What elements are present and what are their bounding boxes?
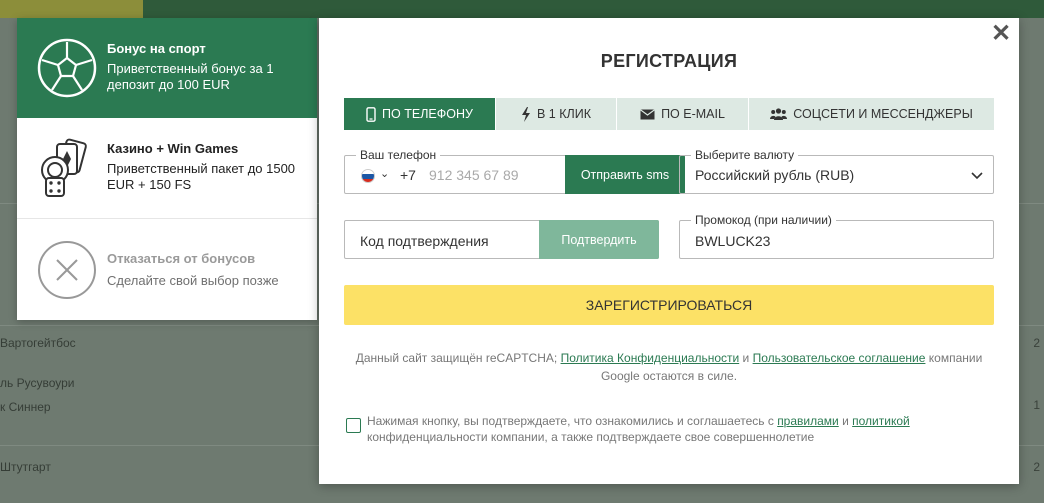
tab-phone-label: ПО ТЕЛЕФОНУ (382, 107, 473, 121)
close-icon[interactable]: ✕ (991, 22, 1011, 46)
tab-email-label: ПО E-MAIL (661, 107, 725, 121)
consent-suffix: конфиденциальности компании, а также под… (367, 430, 815, 444)
captcha-and: и (742, 351, 750, 365)
users-icon (770, 108, 788, 120)
background-odds: 1 (1033, 398, 1040, 412)
confirm-code-button[interactable]: Подтвердить (539, 220, 659, 259)
bonus-option-decline[interactable]: Отказаться от бонусов Сделайте свой выбо… (17, 219, 317, 320)
close-circle-icon (38, 241, 96, 299)
bonus-sport-title: Бонус на спорт (107, 41, 206, 56)
bonus-decline-title: Отказаться от бонусов (107, 251, 256, 266)
captcha-prefix: Данный сайт защищён reCAPTCHA; (355, 351, 558, 365)
recaptcha-notice: Данный сайт защищён reCAPTCHA; Политика … (344, 349, 994, 385)
bonus-option-casino[interactable]: Казино + Win Games Приветственный пакет … (17, 118, 317, 219)
consent-checkbox[interactable] (346, 418, 361, 433)
background-odds: 2 (1033, 336, 1040, 350)
envelope-icon (640, 108, 655, 119)
phone-country-code: +7 (400, 167, 416, 183)
lightning-icon (522, 106, 530, 122)
background-row-text: ль Русувоури (0, 376, 75, 390)
phone-input[interactable] (429, 165, 539, 185)
bonus-casino-title: Казино + Win Games (107, 141, 239, 156)
bonus-sport-desc: Приветственный бонус за 1 депозит до 100… (107, 61, 274, 92)
phone-label: Ваш телефон (356, 149, 441, 161)
chevron-down-icon[interactable]: ⌄ (380, 167, 389, 180)
soccer-ball-icon (37, 38, 97, 98)
russia-flag-icon[interactable] (361, 169, 375, 183)
tab-email[interactable]: ПО E-MAIL (617, 98, 749, 130)
currency-label: Выберите валюту (691, 149, 799, 161)
modal-title: РЕГИСТРАЦИЯ (600, 51, 738, 71)
background-odds: 2 (1033, 460, 1040, 474)
register-button[interactable]: ЗАРЕГИСТРИРОВАТЬСЯ (344, 285, 994, 325)
casino-chips-cards-icon (41, 138, 87, 197)
consent-text: Нажимая кнопку, вы подтверждаете, что оз… (367, 413, 987, 445)
consent-prefix: Нажимая кнопку, вы подтверждаете, что оз… (367, 414, 774, 428)
privacy-policy-link[interactable]: Политика Конфиденциальности (561, 351, 740, 365)
chevron-down-icon (971, 172, 983, 180)
tab-one-click-label: В 1 КЛИК (537, 107, 591, 121)
tab-social-label: СОЦСЕТИ И МЕССЕНДЖЕРЫ (793, 107, 973, 121)
tab-social[interactable]: СОЦСЕТИ И МЕССЕНДЖЕРЫ (749, 98, 994, 130)
consent-and: и (842, 414, 849, 428)
bonus-panel: Бонус на спорт Приветственный бонус за 1… (17, 18, 317, 320)
confirmation-code-field: Подтвердить (344, 220, 659, 259)
privacy-link[interactable]: политикой (852, 414, 910, 428)
background-bet-button (0, 0, 143, 18)
promo-code-label: Промокод (при наличии) (691, 214, 836, 226)
registration-tabs: ПО ТЕЛЕФОНУ В 1 КЛИК ПО E-MAIL СОЦСЕТИ И… (344, 98, 994, 130)
bonus-decline-desc: Сделайте свой выбор позже (107, 273, 279, 288)
background-row-text: Вартогейтбос (0, 336, 76, 350)
background-row-text: к Синнер (0, 400, 51, 414)
registration-modal: ✕ РЕГИСТРАЦИЯ ПО ТЕЛЕФОНУ В 1 КЛИК ПО E-… (319, 18, 1019, 484)
bonus-option-sport[interactable]: Бонус на спорт Приветственный бонус за 1… (17, 18, 317, 118)
currency-value: Российский рубль (RUB) (695, 167, 855, 183)
phone-icon (366, 106, 376, 122)
rules-link[interactable]: правилами (777, 414, 839, 428)
bonus-casino-desc: Приветственный пакет до 1500 EUR + 150 F… (107, 161, 296, 192)
user-agreement-link[interactable]: Пользовательское соглашение (753, 351, 926, 365)
background-topbar (0, 0, 1044, 18)
confirmation-code-input[interactable] (360, 230, 540, 252)
tab-phone[interactable]: ПО ТЕЛЕФОНУ (344, 98, 496, 130)
send-sms-button[interactable]: Отправить sms (565, 155, 685, 194)
background-row-text: Штутгарт (0, 460, 51, 474)
promo-code-input[interactable] (695, 230, 975, 252)
tab-one-click[interactable]: В 1 КЛИК (496, 98, 617, 130)
